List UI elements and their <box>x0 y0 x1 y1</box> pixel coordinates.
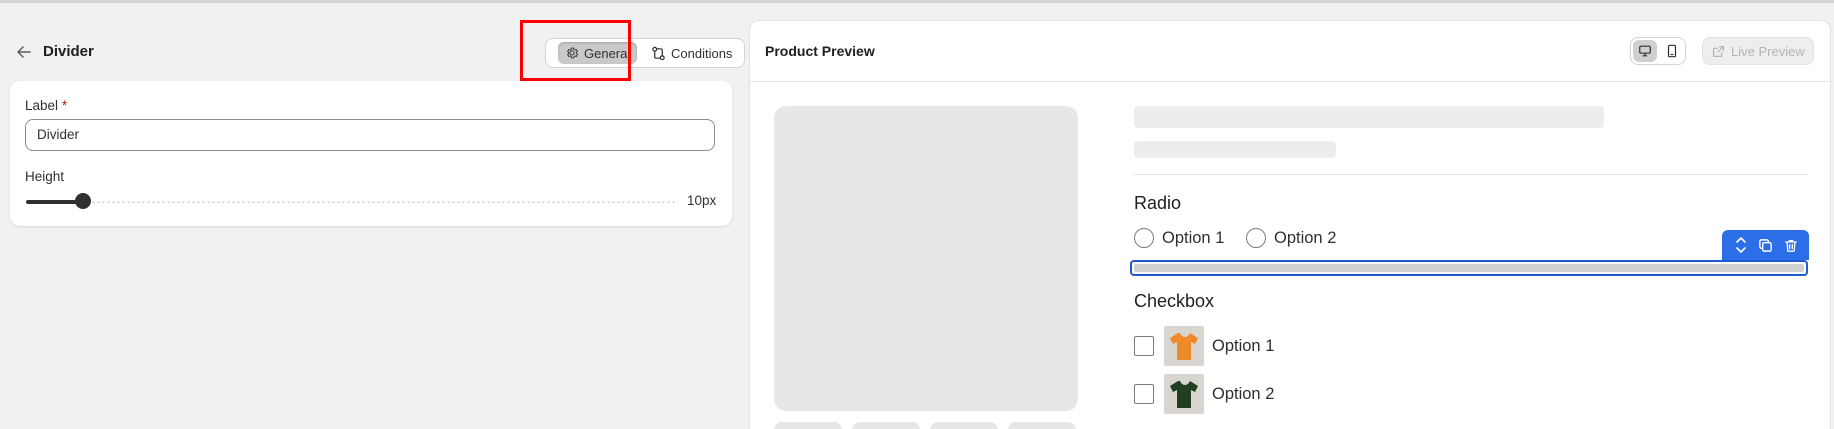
copy-icon <box>1759 238 1772 252</box>
preview-header: Product Preview Live Preview <box>750 21 1830 82</box>
radio-option-label: Option 1 <box>1162 228 1225 247</box>
height-value: 10px <box>687 193 717 208</box>
tshirt-orange-image <box>1170 333 1198 360</box>
radio-option-1[interactable]: Option 1 <box>1134 228 1224 248</box>
thumbnail-placeholder <box>930 422 998 429</box>
label-field-title: Label * <box>25 98 67 113</box>
flow-icon <box>652 46 665 60</box>
thumbnail-placeholder <box>774 422 842 429</box>
slider-thumb[interactable] <box>74 193 91 209</box>
block-toolbar <box>1722 230 1809 260</box>
label-input[interactable]: Divider <box>25 119 715 151</box>
height-slider[interactable] <box>26 193 678 209</box>
chevron-up-down-icon <box>1735 237 1746 253</box>
checkbox-section-title: Checkbox <box>1134 291 1215 311</box>
mobile-view-button[interactable] <box>1660 40 1684 62</box>
divider-block-selected[interactable] <box>1130 260 1808 276</box>
product-thumbnail <box>1164 326 1204 366</box>
title-skeleton <box>1134 106 1604 128</box>
price-skeleton <box>1134 141 1336 158</box>
radio-option-label: Option 2 <box>1274 228 1337 247</box>
trash-icon <box>1784 239 1797 252</box>
thumbnail-placeholder <box>852 422 920 429</box>
duplicate-button[interactable] <box>1755 234 1777 256</box>
product-preview-panel: Product Preview Live Preview Radio Optio… <box>749 20 1831 429</box>
radio-button[interactable] <box>1134 228 1154 248</box>
desktop-view-button[interactable] <box>1633 40 1657 62</box>
divider-line <box>1134 264 1804 272</box>
tab-conditions-label: Conditions <box>671 45 733 61</box>
radio-button[interactable] <box>1246 228 1266 248</box>
highlight-box <box>520 20 631 81</box>
product-thumbnail <box>1164 374 1204 414</box>
settings-card: Label * Divider Height 10px <box>10 81 732 226</box>
product-image-placeholder <box>774 106 1078 411</box>
top-border <box>0 0 1834 3</box>
checkbox-option-label: Option 2 <box>1212 384 1275 403</box>
separator <box>1134 174 1808 175</box>
live-preview-button[interactable]: Live Preview <box>1702 37 1814 65</box>
thumbnail-placeholder <box>1008 422 1076 429</box>
slider-track <box>26 201 678 203</box>
checkbox[interactable] <box>1134 384 1154 404</box>
checkbox-option-2[interactable]: Option 2 <box>1134 374 1274 414</box>
move-button[interactable] <box>1730 234 1752 256</box>
checkbox-option-label: Option 1 <box>1212 336 1275 355</box>
tshirt-green-image <box>1170 381 1198 408</box>
external-link-icon <box>1713 45 1724 57</box>
mobile-icon <box>1667 44 1677 58</box>
checkbox-option-1[interactable]: Option 1 <box>1134 326 1274 366</box>
desktop-icon <box>1639 45 1651 57</box>
radio-section-title: Radio <box>1134 193 1182 213</box>
label-title-text: Label <box>25 98 59 113</box>
arrow-left-icon <box>17 46 31 58</box>
back-button[interactable] <box>14 42 34 62</box>
checkbox[interactable] <box>1134 336 1154 356</box>
tab-conditions[interactable]: Conditions <box>644 42 739 64</box>
required-marker: * <box>61 98 68 113</box>
radio-option-2[interactable]: Option 2 <box>1246 228 1336 248</box>
delete-button[interactable] <box>1780 234 1802 256</box>
device-toggle <box>1630 37 1686 65</box>
preview-title: Product Preview <box>765 43 875 59</box>
page-title: Divider <box>43 43 94 60</box>
height-field-title: Height <box>25 169 65 184</box>
live-preview-label: Live Preview <box>1731 43 1805 59</box>
